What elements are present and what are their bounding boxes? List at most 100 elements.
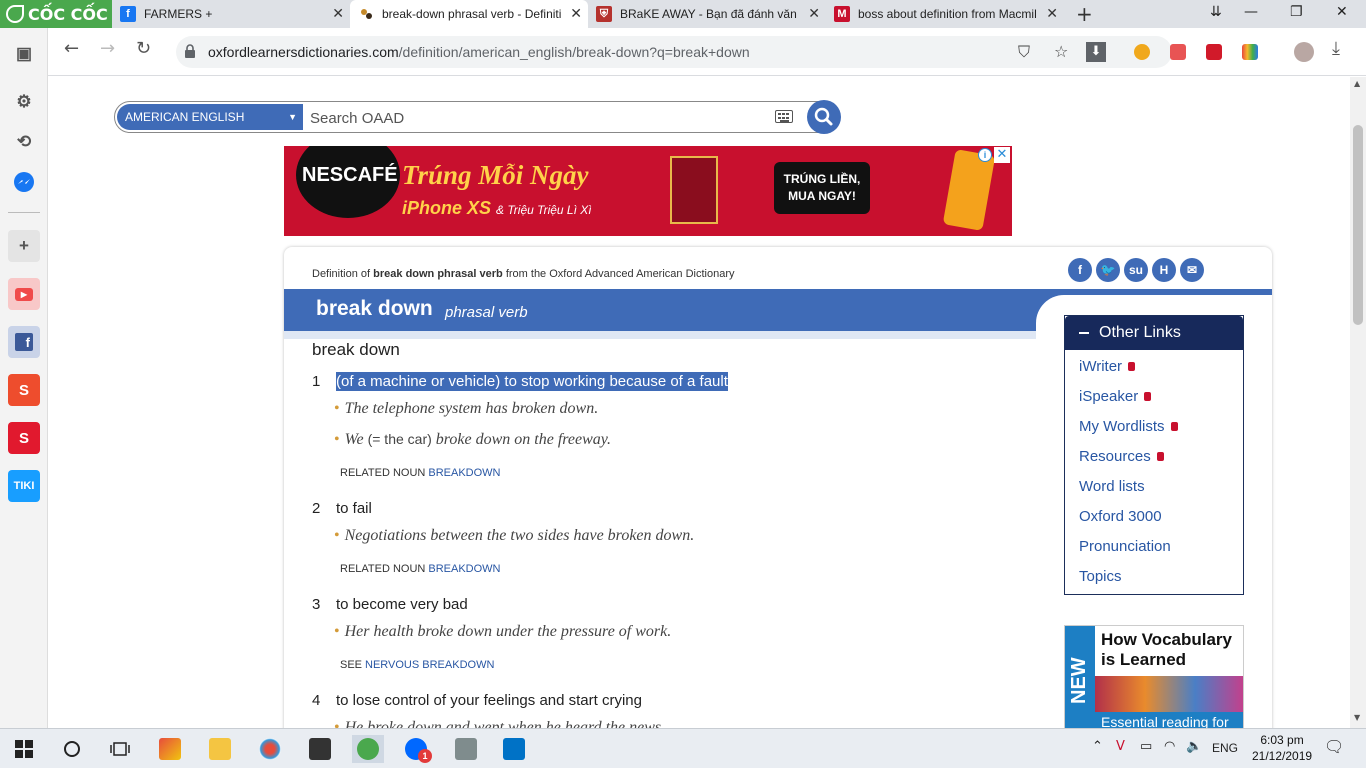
new-tab-icon[interactable]: + bbox=[1076, 2, 1093, 26]
book-promo[interactable]: NEW How Vocabulary is Learned Essential … bbox=[1064, 625, 1244, 728]
search-input[interactable] bbox=[310, 108, 770, 128]
bookmark-star-icon[interactable]: ☆ bbox=[1054, 42, 1068, 61]
dictionary-select[interactable]: AMERICAN ENGLISH ▼ bbox=[117, 104, 303, 130]
tiki-icon[interactable]: TIKI bbox=[8, 470, 40, 502]
close-icon[interactable]: ✕ bbox=[570, 6, 582, 22]
tab-farmers[interactable]: f FARMERS + ✕ bbox=[112, 0, 350, 28]
link-resources[interactable]: Resources bbox=[1079, 448, 1164, 465]
share-icons: f 🐦 su H ✉ bbox=[1068, 258, 1204, 282]
windows-taskbar: 1 ⌃ V ▭ ◠ 🔈 ENG 6:03 pm 21/12/2019 🗨 bbox=[0, 728, 1366, 768]
minimize-icon[interactable]: — bbox=[1244, 4, 1258, 20]
link-iwriter[interactable]: iWriter bbox=[1079, 358, 1136, 375]
reload-icon[interactable]: ↻ bbox=[136, 38, 151, 59]
hatena-icon[interactable]: H bbox=[1152, 258, 1176, 282]
email-icon[interactable]: ✉ bbox=[1180, 258, 1204, 282]
ad-close-icon[interactable]: ✕ bbox=[994, 147, 1010, 163]
source-line: Definition of break down phrasal verb fr… bbox=[312, 268, 735, 280]
stumbleupon-icon[interactable]: su bbox=[1124, 258, 1148, 282]
search-button[interactable] bbox=[807, 100, 841, 134]
other-links-header[interactable]: Other Links bbox=[1065, 316, 1243, 350]
close-icon[interactable]: ✕ bbox=[808, 6, 820, 22]
file-explorer-icon[interactable] bbox=[206, 735, 234, 763]
downloads-icon[interactable]: ⤓ bbox=[1332, 38, 1340, 59]
battery-icon[interactable]: ▭ bbox=[1140, 739, 1152, 754]
wifi-icon[interactable]: ◠ bbox=[1164, 739, 1175, 754]
forward-icon[interactable]: → bbox=[100, 38, 115, 59]
address-bar[interactable]: oxfordlearnersdictionaries.com/definitio… bbox=[176, 36, 1172, 68]
link-topics[interactable]: Topics bbox=[1079, 568, 1122, 585]
ad-cta-button[interactable]: TRÚNG LIỀN, MUA NGAY! bbox=[774, 162, 870, 214]
avatar[interactable] bbox=[1294, 42, 1314, 62]
youtube-icon[interactable]: ▶ bbox=[8, 278, 40, 310]
link-pronunciation[interactable]: Pronunciation bbox=[1079, 538, 1171, 555]
lock-icon[interactable] bbox=[184, 44, 196, 58]
new-badge: NEW bbox=[1065, 626, 1095, 728]
link-word-lists[interactable]: Word lists bbox=[1079, 478, 1145, 495]
sticky-app-icon[interactable] bbox=[306, 735, 334, 763]
clock[interactable]: 6:03 pm 21/12/2019 bbox=[1252, 732, 1312, 764]
windows-start-icon[interactable] bbox=[10, 735, 38, 763]
language-indicator[interactable]: ENG bbox=[1212, 741, 1238, 755]
oxford-icon bbox=[358, 6, 374, 22]
xref-link[interactable]: NERVOUS BREAKDOWN bbox=[365, 659, 494, 671]
history-icon[interactable]: ⟲ bbox=[8, 126, 40, 158]
facebook-icon[interactable]: f bbox=[8, 326, 40, 358]
outlook-icon[interactable] bbox=[500, 735, 528, 763]
close-icon[interactable]: ✕ bbox=[1046, 6, 1058, 22]
color-extension-icon[interactable] bbox=[1242, 44, 1258, 60]
close-icon[interactable]: ✕ bbox=[332, 6, 344, 22]
sense-number: 2 bbox=[312, 500, 321, 517]
scroll-down-icon[interactable]: ▼ bbox=[1354, 713, 1360, 722]
link-ispeaker[interactable]: iSpeaker bbox=[1079, 388, 1152, 405]
lock-icon bbox=[1128, 362, 1136, 371]
advertisement-banner[interactable]: NESCAFÉ Trúng Mỗi Ngày iPhone XS & Triệu… bbox=[284, 146, 1012, 236]
zalo-icon[interactable]: 1 bbox=[402, 735, 432, 763]
maximize-icon[interactable]: ❐ bbox=[1290, 4, 1303, 20]
promo-title: How Vocabulary is Learned bbox=[1101, 630, 1232, 670]
scrollbar-thumb[interactable] bbox=[1353, 125, 1363, 325]
adblock-icon[interactable] bbox=[1170, 44, 1186, 60]
window-close-icon[interactable]: ✕ bbox=[1336, 4, 1348, 20]
bullet-icon: • bbox=[334, 431, 340, 448]
scroll-up-icon[interactable]: ▲ bbox=[1354, 79, 1360, 88]
link-oxford-3000[interactable]: Oxford 3000 bbox=[1079, 508, 1162, 525]
tab-macmillan[interactable]: M boss about definition from Macmil ✕ bbox=[826, 0, 1064, 28]
add-icon[interactable]: + bbox=[8, 230, 40, 262]
page-scrollbar[interactable]: ▲ ▼ bbox=[1350, 77, 1366, 728]
notifications-icon[interactable]: 🗨 bbox=[1324, 737, 1344, 756]
twitter-icon[interactable]: 🐦 bbox=[1096, 258, 1120, 282]
photos-app-icon[interactable] bbox=[156, 735, 184, 763]
messenger-icon[interactable] bbox=[8, 166, 40, 198]
sendo-icon[interactable]: S bbox=[8, 422, 40, 454]
link-my-wordlists[interactable]: My Wordlists bbox=[1079, 418, 1178, 435]
vietkey-icon[interactable]: V bbox=[1116, 739, 1125, 754]
tray-chevron-icon[interactable]: ⌃ bbox=[1092, 739, 1103, 754]
search-icon[interactable] bbox=[58, 735, 86, 763]
coccoc-taskbar-icon[interactable] bbox=[352, 735, 384, 763]
xref-link[interactable]: BREAKDOWN bbox=[428, 467, 500, 479]
tab-strip: CỐC CỐC f FARMERS + ✕ break-down phrasal… bbox=[0, 0, 1366, 28]
settings-icon[interactable]: ⚙ bbox=[8, 86, 40, 118]
paint-app-icon[interactable] bbox=[256, 735, 284, 763]
volume-icon[interactable]: 🔈 bbox=[1186, 739, 1202, 754]
shopee-icon[interactable]: S bbox=[8, 374, 40, 406]
back-icon[interactable]: ← bbox=[64, 38, 79, 59]
tab-search-icon[interactable]: ⇊ bbox=[1210, 4, 1222, 20]
tab-brake-away[interactable]: ⛨ BRaKE AWAY - Bạn đã đánh văn d ✕ bbox=[588, 0, 826, 28]
example: • Her health broke down under the pressur… bbox=[334, 623, 671, 641]
app-window-icon[interactable] bbox=[452, 735, 480, 763]
xref-link[interactable]: BREAKDOWN bbox=[428, 563, 500, 575]
tab-break-down[interactable]: break-down phrasal verb - Definiti ✕ bbox=[350, 0, 588, 28]
xref-label: SEE bbox=[340, 659, 363, 671]
keyboard-icon[interactable] bbox=[775, 110, 793, 123]
ad-info-icon[interactable]: i bbox=[978, 148, 992, 162]
red-extension-icon[interactable] bbox=[1206, 44, 1222, 60]
shield-icon[interactable]: ⛉ bbox=[1018, 42, 1030, 62]
sidebar-toggle-icon[interactable]: ▣ bbox=[8, 38, 40, 70]
browser-toolbar: ← → ↻ oxfordlearnersdictionaries.com/def… bbox=[48, 28, 1366, 76]
facebook-icon[interactable]: f bbox=[1068, 258, 1092, 282]
task-view-icon[interactable] bbox=[106, 735, 134, 763]
download-page-icon[interactable]: ⬇ bbox=[1086, 42, 1106, 62]
coccoc-brand[interactable]: CỐC CỐC bbox=[0, 0, 112, 28]
chrome-extension-icon[interactable] bbox=[1134, 44, 1150, 60]
